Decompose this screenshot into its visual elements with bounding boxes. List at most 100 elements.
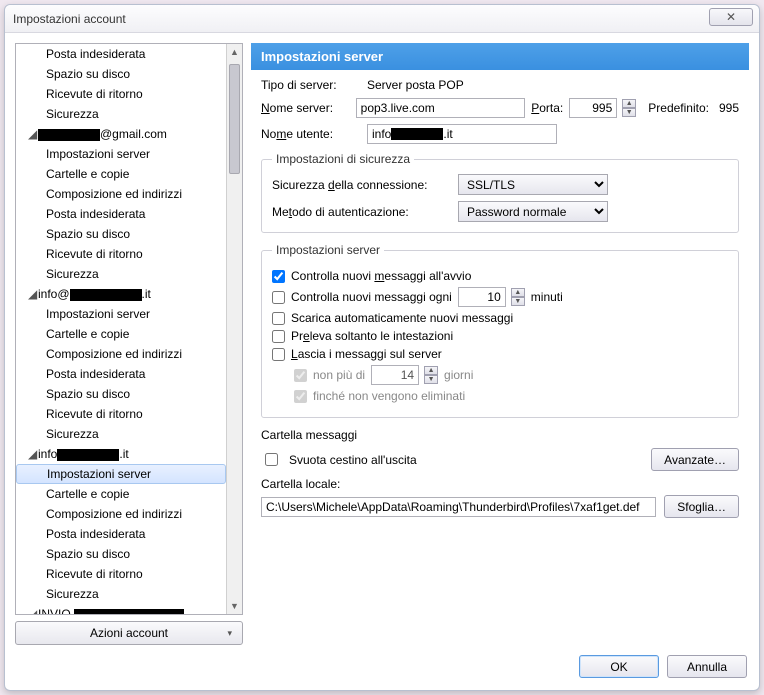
account-node[interactable]: ◢info.it xyxy=(16,444,226,464)
redacted-icon xyxy=(391,128,443,140)
expand-icon[interactable]: ◢ xyxy=(28,606,38,614)
close-button[interactable]: ✕ xyxy=(709,8,753,26)
tree-sub-item[interactable]: Sicurezza xyxy=(16,424,226,444)
local-folder-input[interactable] xyxy=(261,497,656,517)
titlebar[interactable]: Impostazioni account ✕ xyxy=(5,5,759,33)
security-legend: Impostazioni di sicurezza xyxy=(272,152,414,166)
at-most-spinner: ▲▼ xyxy=(424,366,438,384)
advanced-button[interactable]: Avanzate… xyxy=(651,448,739,471)
tree-sub-item[interactable]: Posta indesiderata xyxy=(16,524,226,544)
default-port-value: 995 xyxy=(719,101,739,115)
username-label: Nome utente: xyxy=(261,127,361,141)
tree-sub-item[interactable]: Ricevute di ritorno xyxy=(16,244,226,264)
auth-method-select[interactable]: Password normale xyxy=(458,201,608,222)
check-interval-label-post: minuti xyxy=(531,290,563,304)
account-node[interactable]: ◢info@.it xyxy=(16,284,226,304)
server-name-label: Nome server: xyxy=(261,101,350,115)
tree-sub-item[interactable]: Sicurezza xyxy=(16,264,226,284)
server-settings-legend: Impostazioni server xyxy=(272,243,384,257)
expand-icon[interactable]: ◢ xyxy=(28,446,38,462)
tree-sub-item[interactable]: Posta indesiderata xyxy=(16,44,226,64)
expand-icon[interactable]: ◢ xyxy=(28,286,38,302)
panel-header: Impostazioni server xyxy=(251,43,749,70)
tree-sub-item[interactable]: Impostazioni server xyxy=(16,144,226,164)
tree-sub-item[interactable]: Cartelle e copie xyxy=(16,324,226,344)
messages-section: Cartella messaggi Svuota cestino all'usc… xyxy=(261,428,739,518)
dialog-footer: OK Annulla xyxy=(5,645,759,690)
port-input[interactable] xyxy=(569,98,617,118)
at-most-checkbox xyxy=(294,369,307,382)
chevron-down-icon: ▾ xyxy=(227,628,232,639)
tree-sub-item[interactable]: Spazio su disco xyxy=(16,384,226,404)
headers-only-checkbox[interactable] xyxy=(272,330,285,343)
auto-download-checkbox[interactable] xyxy=(272,312,285,325)
browse-button[interactable]: Sfoglia… xyxy=(664,495,739,518)
auth-method-label: Metodo di autenticazione: xyxy=(272,205,452,219)
tree-sub-item[interactable]: Sicurezza xyxy=(16,104,226,124)
expand-icon[interactable]: ◢ xyxy=(28,126,38,142)
main-panel: Impostazioni server Tipo di server: Serv… xyxy=(251,43,749,645)
auto-download-label: Scarica automaticamente nuovi messaggi xyxy=(291,311,513,325)
account-tree: Posta indesiderataSpazio su discoRicevut… xyxy=(15,43,243,615)
headers-only-label: Preleva soltanto le intestazioni xyxy=(291,329,453,343)
server-type-value: Server posta POP xyxy=(367,78,464,92)
scroll-down-icon[interactable]: ▼ xyxy=(227,598,242,614)
tree-sub-item[interactable]: Composizione ed indirizzi xyxy=(16,184,226,204)
redacted-icon xyxy=(57,449,119,461)
tree-sub-item[interactable]: Spazio su disco xyxy=(16,224,226,244)
window-title: Impostazioni account xyxy=(13,12,126,26)
check-interval-checkbox[interactable] xyxy=(272,291,285,304)
tree-sub-item[interactable]: Cartelle e copie xyxy=(16,484,226,504)
check-startup-checkbox[interactable] xyxy=(272,270,285,283)
tree-sub-item[interactable]: Cartelle e copie xyxy=(16,164,226,184)
account-settings-window: Impostazioni account ✕ Posta indesiderat… xyxy=(4,4,760,691)
redacted-icon xyxy=(70,289,142,301)
tree-sub-item[interactable]: Ricevute di ritorno xyxy=(16,564,226,584)
check-interval-label-pre: Controlla nuovi messaggi ogni xyxy=(291,290,452,304)
server-name-input[interactable] xyxy=(356,98,526,118)
until-deleted-label: finché non vengono eliminati xyxy=(313,389,465,403)
sidebar: Posta indesiderataSpazio su discoRicevut… xyxy=(15,43,243,645)
tree-sub-item[interactable]: Posta indesiderata xyxy=(16,204,226,224)
scroll-up-icon[interactable]: ▲ xyxy=(227,44,242,60)
leave-on-server-checkbox[interactable] xyxy=(272,348,285,361)
local-folder-label: Cartella locale: xyxy=(261,477,739,491)
at-most-label-post: giorni xyxy=(444,368,473,382)
tree-sub-item[interactable]: Ricevute di ritorno xyxy=(16,404,226,424)
tree-sub-item[interactable]: Impostazioni server xyxy=(16,464,226,484)
connection-security-label: Sicurezza della connessione: xyxy=(272,178,452,192)
interval-spinner[interactable]: ▲▼ xyxy=(511,288,525,306)
ok-button[interactable]: OK xyxy=(579,655,659,678)
tree-sub-item[interactable]: Impostazioni server xyxy=(16,304,226,324)
scrollbar[interactable]: ▲ ▼ xyxy=(226,44,242,614)
tree-sub-item[interactable]: Composizione ed indirizzi xyxy=(16,504,226,524)
tree-sub-item[interactable]: Composizione ed indirizzi xyxy=(16,344,226,364)
leave-on-server-label: Lascia i messaggi sul server xyxy=(291,347,442,361)
at-most-label-pre: non più di xyxy=(313,368,365,382)
check-interval-input[interactable] xyxy=(458,287,506,307)
account-actions-button[interactable]: Azioni account ▾ xyxy=(15,621,243,645)
security-group: Impostazioni di sicurezza Sicurezza dell… xyxy=(261,152,739,233)
connection-security-select[interactable]: SSL/TLS xyxy=(458,174,608,195)
default-port-label: Predefinito: xyxy=(648,101,709,115)
tree-sub-item[interactable]: Ricevute di ritorno xyxy=(16,84,226,104)
messages-legend: Cartella messaggi xyxy=(261,428,739,442)
until-deleted-checkbox xyxy=(294,390,307,403)
account-node[interactable]: ◢@gmail.com xyxy=(16,124,226,144)
port-spinner[interactable]: ▲▼ xyxy=(622,99,636,117)
tree-sub-item[interactable]: Posta indesiderata xyxy=(16,364,226,384)
account-actions-label: Azioni account xyxy=(90,626,168,640)
scroll-thumb[interactable] xyxy=(229,64,240,174)
account-node[interactable]: ◢INVIO xyxy=(16,604,226,614)
redacted-icon xyxy=(38,129,100,141)
tree-sub-item[interactable]: Spazio su disco xyxy=(16,544,226,564)
cancel-button[interactable]: Annulla xyxy=(667,655,747,678)
port-label: Porta: xyxy=(531,101,563,115)
tree-sub-item[interactable]: Spazio su disco xyxy=(16,64,226,84)
username-input[interactable]: info.it xyxy=(367,124,557,144)
empty-trash-checkbox[interactable] xyxy=(265,453,278,466)
server-type-label: Tipo di server: xyxy=(261,78,361,92)
redacted-icon xyxy=(74,609,184,614)
at-most-input xyxy=(371,365,419,385)
tree-sub-item[interactable]: Sicurezza xyxy=(16,584,226,604)
